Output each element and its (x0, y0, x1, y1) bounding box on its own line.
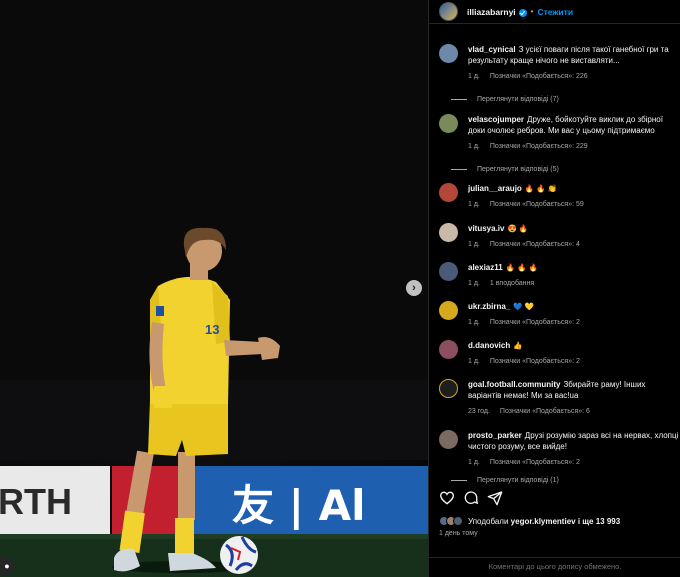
commenter-avatar[interactable] (439, 430, 458, 449)
view-replies-label: Переглянути відповіді (5) (477, 166, 559, 173)
comment-item: ukr.zbirna_ 💙 💛 1 д. Позначки «Подобається… (439, 301, 680, 328)
ad-board-left-text: RTH (0, 481, 72, 522)
comment-username[interactable]: ukr.zbirna_ (468, 302, 510, 311)
post-side-panel: illiazabarnyi • Стежити vlad_cynical З ус… (428, 0, 680, 577)
liked-by-prefix: Уподобали (468, 516, 509, 526)
comment-age: 1 д. (468, 143, 480, 150)
comment-icon[interactable] (463, 490, 479, 506)
comment-username[interactable]: prosto_parker (468, 431, 522, 440)
comment-text: 👍 (513, 341, 523, 350)
comment-username[interactable]: d.danovich (468, 341, 510, 350)
comment-likes[interactable]: Позначки «Подобається»: 226 (490, 73, 588, 80)
comment-username[interactable]: velascojumper (468, 115, 524, 124)
liker-avatar (453, 516, 463, 526)
comment-text: 💙 💛 (513, 302, 535, 311)
comment-likes[interactable]: Позначки «Подобається»: 2 (490, 358, 580, 365)
comment-item: prosto_parker Друзі розумію зараз всі на … (439, 430, 680, 484)
comment-age: 23 год. (468, 408, 490, 415)
post-actions (439, 490, 511, 506)
comment-item: velascojumper Друже, бойкотуйте виклик до… (439, 114, 680, 173)
follow-button[interactable]: Стежити (537, 7, 573, 17)
commenter-avatar[interactable] (439, 379, 458, 398)
commenter-avatar[interactable] (439, 44, 458, 63)
post-photo: RTH 友 | Al 13 › ● (0, 0, 428, 577)
comment-text: 😍 🔥 (507, 224, 529, 233)
comment-username[interactable]: alexiaz11 (468, 263, 503, 272)
author-avatar[interactable] (439, 2, 458, 21)
comment-likes[interactable]: Позначки «Подобається»: 4 (490, 241, 580, 248)
comment-text: 🔥 🔥 🔥 (505, 263, 538, 272)
next-photo-button[interactable]: › (406, 280, 422, 296)
comment-username[interactable]: vitusya.iv (468, 224, 504, 233)
liked-by-count[interactable]: і ще 13 993 (578, 517, 620, 526)
view-replies-label: Переглянути відповіді (7) (477, 96, 559, 103)
commenter-avatar[interactable] (439, 340, 458, 359)
view-replies-button[interactable]: Переглянути відповіді (1) (451, 477, 680, 484)
comment-age: 1 д. (468, 241, 480, 248)
verified-badge-icon (518, 8, 527, 17)
comment-item: d.danovich 👍 1 д. Позначки «Подобається»: … (439, 340, 680, 367)
commenter-avatar[interactable] (439, 262, 458, 281)
comment-item: julian__araujo 🔥 🔥 👏 1 д. Позначки «Подоба… (439, 183, 680, 210)
heart-icon[interactable] (439, 490, 455, 506)
comment-likes[interactable]: Позначки «Подобається»: 229 (490, 143, 588, 150)
post-header: illiazabarnyi • Стежити (429, 0, 680, 24)
comments-limited-notice: Коментарі до цього допису обмежено. (429, 557, 680, 577)
liked-by-text: Уподобали yegor.klymentiev і ще 13 993 (468, 517, 620, 526)
post-date: 1 день тому (439, 530, 478, 537)
view-replies-button[interactable]: Переглянути відповіді (7) (451, 96, 680, 103)
comment-likes[interactable]: Позначки «Подобається»: 6 (500, 408, 590, 415)
comment-age: 1 д. (468, 358, 480, 365)
comment-username[interactable]: goal.football.community (468, 380, 560, 389)
comment-text: 🔥 🔥 👏 (524, 184, 557, 193)
header-separator: • (530, 7, 534, 16)
liked-by-row[interactable]: Уподобали yegor.klymentiev і ще 13 993 (439, 516, 620, 526)
share-icon[interactable] (487, 490, 503, 506)
comment-username[interactable]: vlad_cynical (468, 45, 516, 54)
comment-age: 1 д. (468, 319, 480, 326)
comment-username[interactable]: julian__araujo (468, 184, 522, 193)
comment-item: vitusya.iv 😍 🔥 1 д. Позначки «Подобається»… (439, 223, 680, 250)
comments-list[interactable]: vlad_cynical З усієї поваги після такої г… (429, 38, 680, 484)
player-photo-illustration: RTH 友 | Al 13 (0, 0, 428, 577)
ad-board-blue-text: 友 | Al (232, 481, 366, 530)
commenter-avatar[interactable] (439, 114, 458, 133)
comment-age: 1 д. (468, 73, 480, 80)
comment-likes[interactable]: Позначки «Подобається»: 2 (490, 459, 580, 466)
commenter-avatar[interactable] (439, 301, 458, 320)
comment-age: 1 д. (468, 459, 480, 466)
comment-item: vlad_cynical З усієї поваги після такої г… (439, 44, 680, 103)
author-username[interactable]: illiazabarnyi (467, 7, 516, 17)
comment-age: 1 д. (468, 201, 480, 208)
comment-item: goal.football.community Збирайте раму! Ін… (439, 379, 680, 417)
commenter-avatar[interactable] (439, 183, 458, 202)
comment-item: alexiaz11 🔥 🔥 🔥 1 д. 1 вподобання (439, 262, 680, 289)
jersey-number: 13 (205, 322, 219, 337)
comment-age: 1 д. (468, 280, 480, 287)
liked-by-user[interactable]: yegor.klymentiev (511, 517, 576, 526)
view-replies-button[interactable]: Переглянути відповіді (5) (451, 166, 680, 173)
comment-likes[interactable]: 1 вподобання (490, 280, 534, 287)
comment-likes[interactable]: Позначки «Подобається»: 2 (490, 319, 580, 326)
comment-likes[interactable]: Позначки «Подобається»: 59 (490, 201, 584, 208)
commenter-avatar[interactable] (439, 223, 458, 242)
view-replies-label: Переглянути відповіді (1) (477, 477, 559, 484)
